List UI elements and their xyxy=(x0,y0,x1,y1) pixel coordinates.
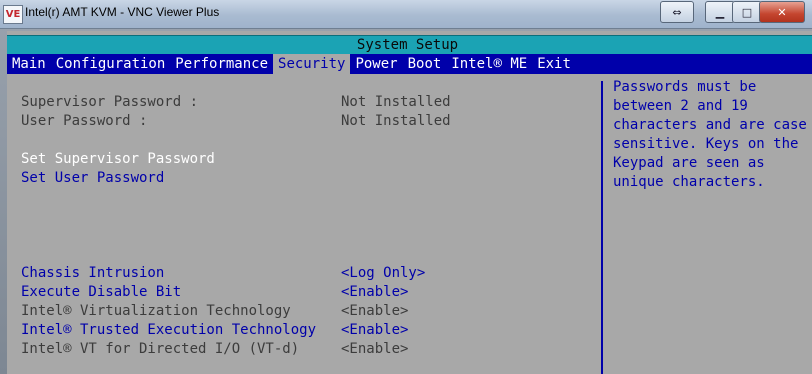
help-line: characters and are case xyxy=(613,117,807,133)
tab-intel-me[interactable]: Intel® ME xyxy=(446,54,532,74)
help-line: Keypad are seen as xyxy=(613,155,765,171)
supervisor-password-status: Not Installed xyxy=(341,94,451,110)
fit-to-window-button[interactable]: ⇔ xyxy=(660,1,694,23)
help-panel-divider xyxy=(601,81,603,374)
tab-power[interactable]: Power xyxy=(350,54,402,74)
tab-exit[interactable]: Exit xyxy=(532,54,576,74)
help-line: unique characters. xyxy=(613,174,765,190)
vt-directed-io-value: <Enable> xyxy=(341,341,409,357)
close-icon: ✕ xyxy=(777,5,787,19)
bios-screen: System Setup Main Configuration Performa… xyxy=(7,31,812,374)
trusted-execution-technology-label[interactable]: Intel® Trusted Execution Technology xyxy=(21,321,316,340)
set-user-password-item[interactable]: Set User Password xyxy=(21,169,164,188)
supervisor-password-label: Supervisor Password : xyxy=(21,94,199,110)
execute-disable-bit-label[interactable]: Execute Disable Bit xyxy=(21,283,181,302)
user-password-label: User Password : xyxy=(21,113,148,129)
tab-security[interactable]: Security xyxy=(273,54,351,74)
tab-main[interactable]: Main xyxy=(7,54,51,74)
trusted-execution-technology-value[interactable]: <Enable> xyxy=(341,321,408,340)
help-line: Passwords must be xyxy=(613,79,757,95)
resize-arrows-icon: ⇔ xyxy=(672,5,682,19)
tab-performance[interactable]: Performance xyxy=(170,54,273,74)
title-bar[interactable]: VE Intel(r) AMT KVM - VNC Viewer Plus ⇔ … xyxy=(0,0,812,29)
chassis-intrusion-value[interactable]: <Log Only> xyxy=(341,264,425,283)
help-line: sensitive. Keys on the xyxy=(613,136,799,152)
tab-boot[interactable]: Boot xyxy=(403,54,447,74)
minimize-button[interactable]: ▁ xyxy=(705,1,735,23)
close-button[interactable]: ✕ xyxy=(759,1,805,23)
vnc-viewer-window: VE Intel(r) AMT KVM - VNC Viewer Plus ⇔ … xyxy=(0,0,812,374)
vnc-viewer-app-icon: VE xyxy=(3,5,23,24)
help-panel: Passwords must be between 2 and 19 chara… xyxy=(613,78,808,192)
execute-disable-bit-value[interactable]: <Enable> xyxy=(341,283,408,302)
set-supervisor-password-item[interactable]: Set Supervisor Password xyxy=(21,150,215,169)
minimize-icon: ▁ xyxy=(715,5,725,19)
bios-title: System Setup xyxy=(356,37,459,53)
vt-directed-io-label: Intel® VT for Directed I/O (VT-d) xyxy=(21,341,300,357)
help-line: between 2 and 19 xyxy=(613,98,748,114)
virtualization-technology-label: Intel® Virtualization Technology xyxy=(21,303,291,319)
virtualization-technology-value: <Enable> xyxy=(341,303,409,319)
chassis-intrusion-label[interactable]: Chassis Intrusion xyxy=(21,264,164,283)
bios-tab-bar: Main Configuration Performance Security … xyxy=(7,54,812,74)
user-password-status: Not Installed xyxy=(341,113,451,129)
maximize-button[interactable]: □ xyxy=(732,1,762,23)
window-title: Intel(r) AMT KVM - VNC Viewer Plus xyxy=(25,5,220,19)
tab-configuration[interactable]: Configuration xyxy=(51,54,171,74)
maximize-icon: □ xyxy=(741,5,753,19)
bios-header: System Setup xyxy=(7,35,812,55)
